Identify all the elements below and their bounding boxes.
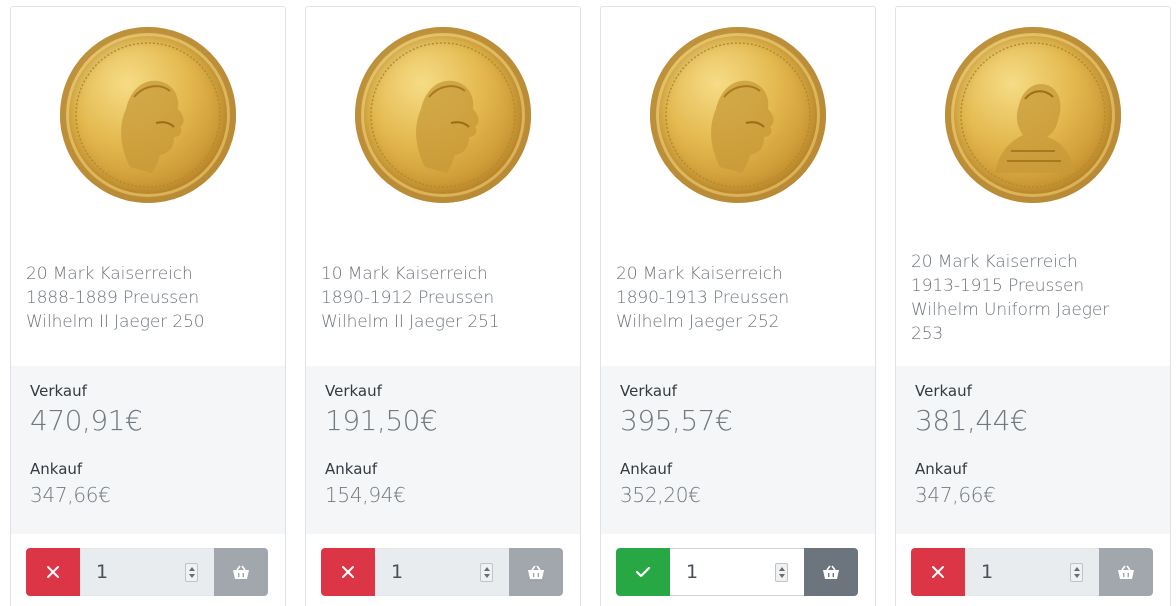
- quantity-input[interactable]: 1: [375, 548, 509, 596]
- add-to-cart-button[interactable]: [214, 548, 268, 596]
- close-icon: [342, 566, 354, 578]
- product-title-line: Wilhelm Jaeger 252: [616, 312, 780, 332]
- quantity-input[interactable]: 1: [965, 548, 1099, 596]
- step-down-icon[interactable]: [484, 574, 490, 578]
- product-card: 20 Mark Kaiserreich 1890-1913 Preussen W…: [600, 6, 876, 606]
- sell-label: Verkauf: [325, 382, 382, 400]
- order-row: 1: [321, 548, 563, 596]
- coin-image[interactable]: [60, 27, 236, 203]
- coin-image-area[interactable]: [896, 7, 1170, 222]
- buy-label: Ankauf: [915, 460, 968, 478]
- quantity-input[interactable]: 1: [80, 548, 214, 596]
- quantity-stepper[interactable]: [775, 563, 788, 582]
- order-row: 1: [911, 548, 1153, 596]
- step-down-icon[interactable]: [779, 574, 785, 578]
- product-card: 20 Mark Kaiserreich 1913-1915 Preussen W…: [895, 6, 1171, 606]
- coin-image-area[interactable]: [601, 7, 875, 222]
- step-up-icon[interactable]: [779, 567, 785, 571]
- product-card: 10 Mark Kaiserreich 1890-1912 Preussen W…: [305, 6, 581, 606]
- product-title-line: Wilhelm II Jaeger 250: [26, 312, 205, 332]
- quantity-stepper[interactable]: [1070, 563, 1083, 582]
- order-row: 1: [616, 548, 858, 596]
- product-title-line: 253: [911, 324, 944, 344]
- product-title-line: 20 Mark Kaiserreich: [26, 264, 193, 284]
- product-card: 20 Mark Kaiserreich 1888-1889 Preussen W…: [10, 6, 286, 606]
- price-panel: Verkauf 470,91€ Ankauf 347,66€: [11, 366, 285, 534]
- basket-icon: [528, 565, 544, 579]
- availability-button[interactable]: [911, 548, 965, 596]
- availability-button[interactable]: [321, 548, 375, 596]
- add-to-cart-button[interactable]: [804, 548, 858, 596]
- sell-label: Verkauf: [30, 382, 87, 400]
- quantity-input[interactable]: 1: [670, 548, 804, 596]
- basket-icon: [1118, 565, 1134, 579]
- quantity-value: 1: [686, 561, 699, 583]
- buy-label: Ankauf: [620, 460, 673, 478]
- product-title-line: Wilhelm Uniform Jaeger: [911, 300, 1110, 320]
- buy-label: Ankauf: [30, 460, 83, 478]
- step-up-icon[interactable]: [1074, 567, 1080, 571]
- quantity-stepper[interactable]: [185, 563, 198, 582]
- product-title-line: 20 Mark Kaiserreich: [616, 264, 783, 284]
- check-icon: [635, 566, 651, 578]
- price-panel: Verkauf 381,44€ Ankauf 347,66€: [896, 366, 1170, 534]
- product-title-line: Wilhelm II Jaeger 251: [321, 312, 500, 332]
- sell-price: 395,57€: [620, 404, 733, 437]
- availability-button[interactable]: [26, 548, 80, 596]
- product-title[interactable]: 20 Mark Kaiserreich 1913-1915 Preussen W…: [911, 250, 1161, 346]
- sell-price: 191,50€: [325, 404, 438, 437]
- quantity-value: 1: [391, 561, 404, 583]
- sell-price: 381,44€: [915, 404, 1028, 437]
- price-panel: Verkauf 191,50€ Ankauf 154,94€: [306, 366, 580, 534]
- coin-image-area[interactable]: [306, 7, 580, 222]
- product-title-line: 1890-1912 Preussen: [321, 288, 495, 308]
- sell-label: Verkauf: [620, 382, 677, 400]
- step-up-icon[interactable]: [484, 567, 490, 571]
- availability-button[interactable]: [616, 548, 670, 596]
- sell-price: 470,91€: [30, 404, 143, 437]
- buy-price: 347,66€: [915, 483, 996, 507]
- product-title[interactable]: 20 Mark Kaiserreich 1888-1889 Preussen W…: [26, 262, 276, 334]
- product-title[interactable]: 20 Mark Kaiserreich 1890-1913 Preussen W…: [616, 262, 866, 334]
- buy-label: Ankauf: [325, 460, 378, 478]
- product-title-line: 1890-1913 Preussen: [616, 288, 790, 308]
- step-up-icon[interactable]: [189, 567, 195, 571]
- order-row: 1: [26, 548, 268, 596]
- close-icon: [932, 566, 944, 578]
- close-icon: [47, 566, 59, 578]
- add-to-cart-button[interactable]: [1099, 548, 1153, 596]
- product-title[interactable]: 10 Mark Kaiserreich 1890-1912 Preussen W…: [321, 262, 571, 334]
- coin-image-area[interactable]: [11, 7, 285, 222]
- product-title-line: 20 Mark Kaiserreich: [911, 252, 1078, 272]
- add-to-cart-button[interactable]: [509, 548, 563, 596]
- basket-icon: [233, 565, 249, 579]
- step-down-icon[interactable]: [189, 574, 195, 578]
- quantity-value: 1: [981, 561, 994, 583]
- quantity-stepper[interactable]: [480, 563, 493, 582]
- product-title-line: 1888-1889 Preussen: [26, 288, 200, 308]
- buy-price: 347,66€: [30, 483, 111, 507]
- step-down-icon[interactable]: [1074, 574, 1080, 578]
- product-title-line: 1913-1915 Preussen: [911, 276, 1085, 296]
- coin-image[interactable]: [650, 27, 826, 203]
- product-title-line: 10 Mark Kaiserreich: [321, 264, 488, 284]
- quantity-value: 1: [96, 561, 109, 583]
- coin-image[interactable]: [945, 27, 1121, 203]
- price-panel: Verkauf 395,57€ Ankauf 352,20€: [601, 366, 875, 534]
- basket-icon: [823, 565, 839, 579]
- coin-image[interactable]: [355, 27, 531, 203]
- buy-price: 154,94€: [325, 483, 406, 507]
- sell-label: Verkauf: [915, 382, 972, 400]
- buy-price: 352,20€: [620, 483, 701, 507]
